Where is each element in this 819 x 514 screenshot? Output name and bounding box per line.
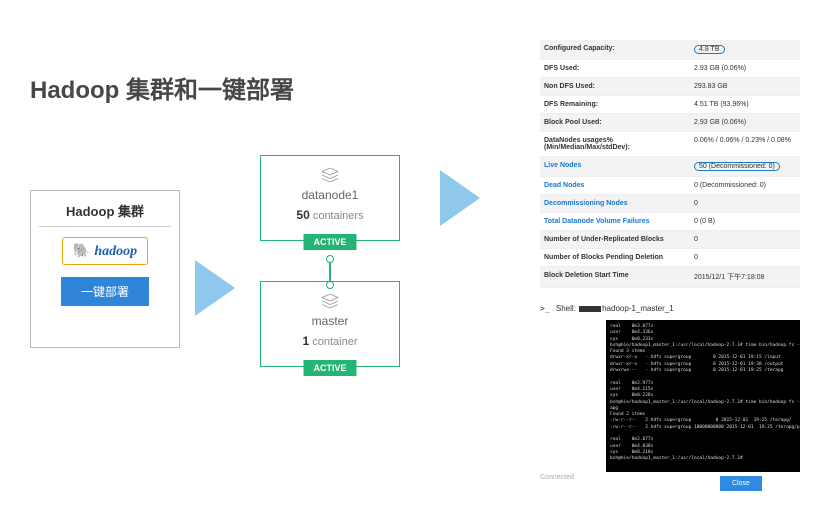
close-button[interactable]: Close [720, 476, 762, 491]
row-value: 0 (0 B) [690, 213, 800, 230]
table-row: Decommissioning Nodes0 [540, 195, 800, 213]
table-row: DFS Used:2.93 GB (0.06%) [540, 60, 800, 78]
row-label[interactable]: Dead Nodes [540, 177, 690, 194]
row-value: 0.06% / 0.06% / 0.23% / 0.08% [690, 132, 800, 156]
hadoop-elephant-icon: 🐘 [73, 242, 90, 258]
shell-smudge [579, 306, 601, 312]
row-value: 4.51 TB (93.96%) [690, 96, 800, 113]
row-value: 50 (Decommissioned: 0) [690, 157, 800, 176]
table-row: DFS Remaining:4.51 TB (93.96%) [540, 96, 800, 114]
table-row: Live Nodes 50 (Decommissioned: 0) [540, 157, 800, 177]
datanode-status-badge: ACTIVE [303, 234, 356, 250]
arrow-right-icon [440, 170, 480, 226]
master-status-badge: ACTIVE [303, 360, 356, 376]
row-label: Block Deletion Start Time [540, 267, 690, 287]
row-label: Configured Capacity: [540, 40, 690, 59]
deploy-button[interactable]: 一键部署 [61, 277, 149, 306]
row-value: 0 (Decommissioned: 0) [690, 177, 800, 194]
row-value: 293.83 GB [690, 78, 800, 95]
table-row: Non DFS Used:293.83 GB [540, 78, 800, 96]
datanode-count: 50 [296, 208, 309, 222]
row-label: Number of Blocks Pending Deletion [540, 249, 690, 266]
stack-icon [321, 294, 339, 308]
row-value: 4.8 TB [690, 40, 800, 59]
row-value: 0 [690, 249, 800, 266]
stack-icon [321, 168, 339, 182]
shell-label: Shell: [556, 304, 578, 313]
row-value: 0 [690, 231, 800, 248]
master-card: master 1 container ACTIVE [260, 281, 400, 367]
row-label: DataNodes usages% (Min/Median/Max/stdDev… [540, 132, 690, 156]
highlighted-value: 4.8 TB [694, 45, 725, 54]
datanode-card: datanode1 50 containers ACTIVE [260, 155, 400, 241]
row-value: 0 [690, 195, 800, 212]
shell-prompt-icon: >_ [540, 304, 550, 313]
datanode-containers: 50 containers [269, 208, 391, 222]
table-row: Number of Blocks Pending Deletion0 [540, 249, 800, 267]
row-label[interactable]: Decommissioning Nodes [540, 195, 690, 212]
master-suffix: container [309, 336, 357, 348]
table-row: Total Datanode Volume Failures0 (0 B) [540, 213, 800, 231]
details-table: Configured Capacity:4.8 TBDFS Used:2.93 … [540, 40, 800, 288]
table-row: Block Deletion Start Time2015/12/1 下午7:1… [540, 267, 800, 288]
row-label: Block Pool Used: [540, 114, 690, 131]
page-title: Hadoop 集群和一键部署 [30, 70, 294, 105]
row-label: DFS Remaining: [540, 96, 690, 113]
arrow-right-icon [195, 260, 235, 316]
row-value: 2.93 GB (0.06%) [690, 60, 800, 77]
cluster-title: Hadoop 集群 [39, 201, 171, 220]
row-label: Non DFS Used: [540, 78, 690, 95]
row-value: 2015/12/1 下午7:18:08 [690, 267, 800, 287]
datanode-name: datanode1 [269, 188, 391, 202]
table-row: DataNodes usages% (Min/Median/Max/stdDev… [540, 132, 800, 157]
shell-name: hadoop-1_master_1 [602, 304, 674, 313]
table-row: Dead Nodes0 (Decommissioned: 0) [540, 177, 800, 195]
terminal-output[interactable]: real 0m3.077s user 0m4.336s sys 0m0.233s… [606, 320, 800, 472]
master-name: master [269, 314, 391, 328]
row-value: 2.93 GB (0.06%) [690, 114, 800, 131]
hadoop-logo: 🐘 hadoop [62, 237, 148, 265]
cluster-card: Hadoop 集群 🐘 hadoop 一键部署 [30, 190, 180, 348]
shell-connected-status: Connected [540, 474, 574, 481]
node-connector-line [329, 262, 331, 282]
table-row: Configured Capacity: 4.8 TB [540, 40, 800, 60]
master-containers: 1 container [269, 334, 391, 348]
shell-title: >_ Shell: hadoop-1_master_1 [540, 304, 674, 313]
table-row: Number of Under-Replicated Blocks0 [540, 231, 800, 249]
hadoop-logo-text: hadoop [94, 244, 137, 259]
table-row: Block Pool Used:2.93 GB (0.06%) [540, 114, 800, 132]
highlighted-value: 50 (Decommissioned: 0) [694, 162, 780, 171]
row-label: Number of Under-Replicated Blocks [540, 231, 690, 248]
row-label[interactable]: Live Nodes [540, 157, 690, 176]
row-label: DFS Used: [540, 60, 690, 77]
row-label[interactable]: Total Datanode Volume Failures [540, 213, 690, 230]
divider [39, 226, 171, 227]
datanode-suffix: containers [310, 210, 364, 222]
